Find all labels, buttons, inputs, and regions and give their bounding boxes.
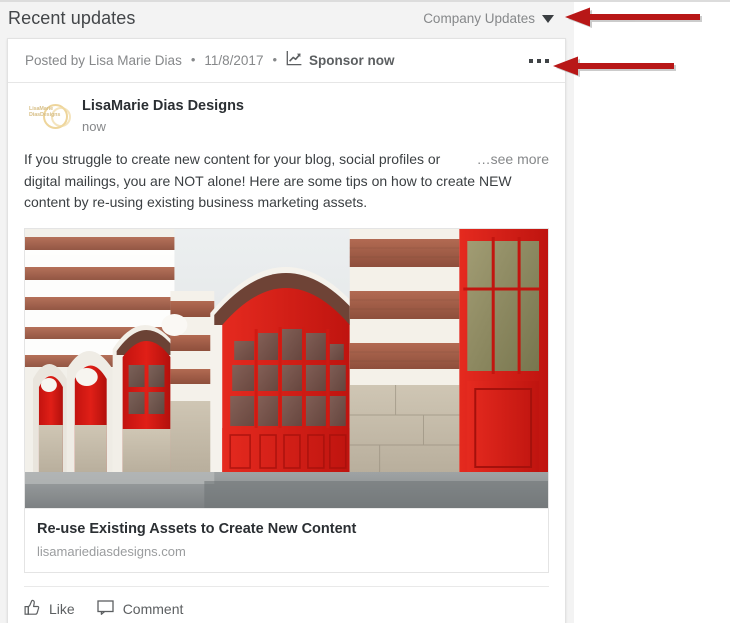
page-title: Recent updates: [8, 8, 136, 28]
like-label: Like: [49, 600, 75, 617]
right-empty-pane: [574, 0, 730, 623]
post-card: Posted by Lisa Marie Dias • 11/8/2017 • …: [7, 38, 566, 623]
trending-up-chart-icon: [286, 50, 303, 71]
company-updates-filter-label: Company Updates: [423, 10, 535, 26]
link-card-domain: lisamariediasdesigns.com: [37, 543, 186, 559]
like-button[interactable]: Like: [24, 599, 75, 619]
social-actions-bar: Like Comment: [24, 585, 549, 623]
post-date: 11/8/2017: [204, 53, 264, 68]
meta-separator-1: •: [190, 52, 196, 67]
author-info: LisaMarie Dias Designs now: [72, 97, 244, 136]
posted-by-label: Posted by Lisa Marie Dias: [25, 53, 182, 68]
recent-updates-header: Recent updates Company Updates: [0, 2, 574, 34]
post-menu-button[interactable]: [527, 53, 551, 69]
comment-button[interactable]: Comment: [97, 599, 184, 618]
link-card-title[interactable]: Re-use Existing Assets to Create New Con…: [37, 520, 536, 539]
post-body: …see more If you struggle to create new …: [8, 137, 565, 214]
avatar-logo-text: LisaMarie DiasDesigns: [29, 106, 60, 118]
avatar[interactable]: LisaMarie DiasDesigns: [24, 97, 72, 137]
company-updates-filter-dropdown[interactable]: Company Updates: [423, 11, 558, 26]
red-fire-station-doors-photo[interactable]: [25, 228, 548, 508]
speech-bubble-icon: [97, 599, 115, 618]
author-name[interactable]: LisaMarie Dias Designs: [82, 97, 244, 115]
avatar-logo-line1: LisaMarie: [29, 106, 53, 112]
post-meta-left: Posted by Lisa Marie Dias • 11/8/2017 • …: [25, 50, 395, 71]
sponsor-now-button[interactable]: Sponsor now: [286, 50, 395, 71]
ellipsis-horizontal-icon: [529, 58, 533, 63]
see-more-link[interactable]: …see more: [477, 149, 549, 171]
thumbs-up-icon: [24, 599, 41, 619]
post-meta-bar: Posted by Lisa Marie Dias • 11/8/2017 • …: [8, 39, 565, 83]
sponsor-now-label: Sponsor now: [309, 53, 395, 68]
chevron-down-icon: [542, 14, 554, 23]
post-timestamp: now: [82, 119, 106, 134]
meta-separator-2: •: [272, 52, 278, 67]
post-text: If you struggle to create new content fo…: [24, 151, 512, 210]
comment-label: Comment: [122, 600, 184, 617]
author-row: LisaMarie DiasDesigns LisaMarie Dias Des…: [8, 83, 565, 137]
shared-link-card[interactable]: Re-use Existing Assets to Create New Con…: [24, 227, 549, 573]
avatar-logo-line2: DiasDesigns: [29, 112, 61, 119]
ellipsis-dot-2: [537, 58, 541, 63]
link-card-meta: Re-use Existing Assets to Create New Con…: [25, 507, 548, 572]
ellipsis-dot-3: [545, 58, 549, 63]
linkedin-company-page-recent-updates: Recent updates Company Updates Posted by…: [0, 0, 730, 623]
